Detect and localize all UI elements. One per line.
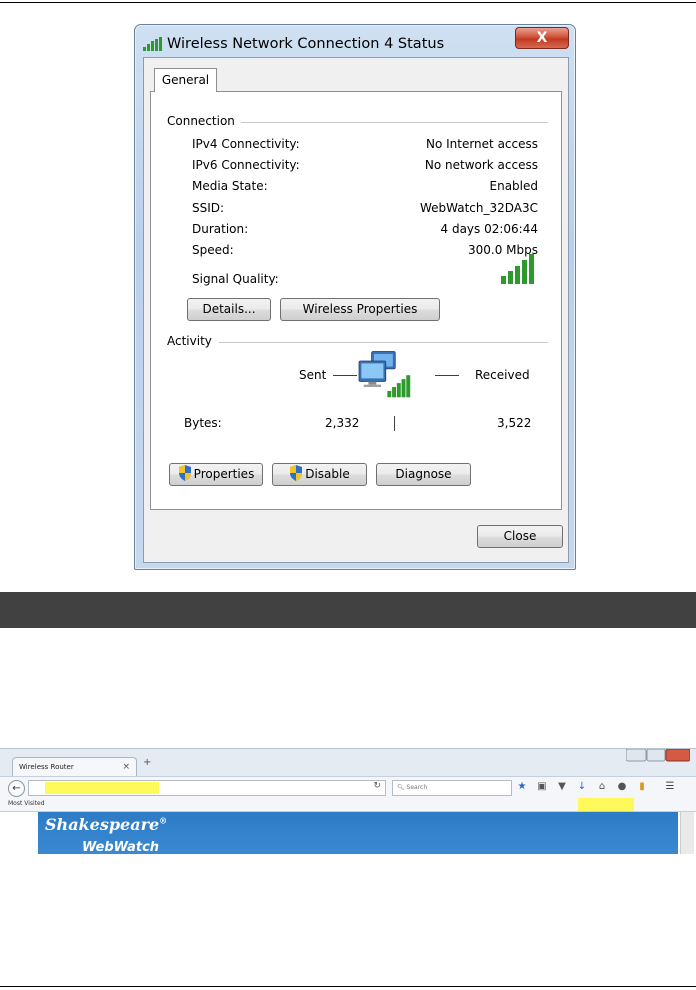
signal-quality-label: Signal Quality: bbox=[192, 272, 279, 286]
browser-content: Shakespeare® WebWatch bbox=[0, 812, 696, 854]
title-close-button[interactable]: X bbox=[515, 27, 569, 49]
extension-icon[interactable]: ▮ bbox=[637, 781, 647, 793]
speed-label: Speed: bbox=[192, 243, 234, 257]
media-state-label: Media State: bbox=[192, 179, 268, 193]
dialog-client-area: General Connection IPv4 Connectivity: No… bbox=[143, 57, 569, 563]
new-tab-button[interactable]: + bbox=[143, 757, 151, 768]
connection-divider bbox=[241, 122, 548, 123]
bytes-received-value: 3,522 bbox=[497, 416, 532, 430]
section-bar bbox=[0, 592, 696, 628]
browser-tab-title: Wireless Router bbox=[19, 763, 74, 771]
browser-toolbar: ← ↻ 🔍︎ Search ★ ▣ ▼ ↓ ⌂ ● ▮ ☰ bbox=[0, 776, 696, 798]
bookmark-highlight bbox=[578, 798, 634, 811]
activity-divider-tick bbox=[394, 416, 395, 431]
browser-window: Wireless Router × + ← ↻ 🔍︎ Search ★ ▣ ▼ … bbox=[0, 748, 696, 854]
window-controls[interactable] bbox=[626, 749, 690, 763]
duration-row: Duration: 4 days 02:06:44 bbox=[192, 222, 538, 238]
chat-icon[interactable]: ● bbox=[617, 781, 627, 793]
signal-icon bbox=[143, 37, 162, 51]
uac-shield-icon bbox=[178, 465, 191, 481]
wireless-status-dialog: Wireless Network Connection 4 Status X G… bbox=[134, 24, 576, 570]
duration-value: 4 days 02:06:44 bbox=[440, 222, 538, 236]
ipv4-label: IPv4 Connectivity: bbox=[192, 137, 300, 151]
product-logo: WebWatch bbox=[82, 840, 160, 854]
search-icon: 🔍︎ bbox=[397, 784, 405, 791]
uac-shield-icon bbox=[290, 465, 303, 481]
bytes-label: Bytes: bbox=[184, 416, 222, 430]
router-page-header: Shakespeare® WebWatch bbox=[38, 812, 678, 854]
back-arrow-icon[interactable]: ← bbox=[8, 780, 25, 797]
ssid-value: WebWatch_32DA3C bbox=[419, 201, 538, 215]
menu-icon[interactable]: ☰ bbox=[665, 781, 675, 793]
ipv4-row: IPv4 Connectivity: No Internet access bbox=[192, 137, 538, 153]
connection-heading: Connection bbox=[167, 114, 235, 128]
page-bottom-rule bbox=[0, 986, 696, 987]
search-input[interactable]: 🔍︎ Search bbox=[392, 780, 512, 796]
library-icon[interactable]: ▣ bbox=[537, 781, 547, 793]
received-label: Received bbox=[475, 368, 530, 382]
ipv6-label: IPv6 Connectivity: bbox=[192, 158, 300, 172]
media-state-value: Enabled bbox=[489, 179, 539, 193]
disable-button[interactable]: Disable bbox=[272, 463, 367, 486]
brand-logo: Shakespeare® bbox=[45, 815, 168, 834]
sent-line bbox=[333, 375, 357, 376]
activity-heading: Activity bbox=[167, 334, 212, 348]
wireless-properties-button[interactable]: Wireless Properties bbox=[280, 298, 440, 321]
reload-icon[interactable]: ↻ bbox=[373, 781, 381, 791]
sent-label: Sent bbox=[299, 368, 327, 382]
activity-divider bbox=[219, 342, 548, 343]
search-placeholder: Search bbox=[406, 784, 428, 791]
media-state-row: Media State: Enabled bbox=[192, 179, 538, 195]
tab-wireless-router[interactable]: Wireless Router × bbox=[12, 757, 137, 777]
network-computers-icon bbox=[358, 351, 411, 398]
general-tab-panel: Connection IPv4 Connectivity: No Interne… bbox=[150, 91, 562, 510]
ssid-label: SSID: bbox=[192, 201, 225, 215]
download-icon[interactable]: ↓ bbox=[577, 781, 587, 793]
ipv4-value: No Internet access bbox=[425, 137, 538, 151]
toolbar-icons: ★ ▣ ▼ ↓ ⌂ ● ▮ ☰ bbox=[517, 781, 687, 795]
bookmark-star-icon[interactable]: ★ bbox=[517, 781, 527, 793]
ssid-row: SSID: WebWatch_32DA3C bbox=[192, 201, 538, 217]
ipv6-row: IPv6 Connectivity: No network access bbox=[192, 158, 538, 174]
signal-quality-icon bbox=[501, 254, 534, 284]
dialog-title: Wireless Network Connection 4 Status bbox=[167, 36, 445, 52]
pocket-icon[interactable]: ▼ bbox=[557, 781, 567, 793]
url-bar[interactable]: ↻ bbox=[28, 780, 386, 796]
ipv6-value: No network access bbox=[424, 158, 538, 172]
speed-row: Speed: 300.0 Mbps bbox=[192, 243, 538, 259]
page-top-rule bbox=[0, 2, 696, 3]
bookmarks-bar: Most Visited bbox=[0, 798, 696, 812]
bytes-sent-value: 2,332 bbox=[325, 416, 360, 430]
duration-label: Duration: bbox=[192, 222, 249, 236]
received-line bbox=[435, 375, 459, 376]
most-visited-link[interactable]: Most Visited bbox=[8, 800, 45, 807]
home-icon[interactable]: ⌂ bbox=[597, 781, 607, 793]
properties-button-label: Properties bbox=[193, 467, 255, 481]
tab-general[interactable]: General bbox=[154, 68, 217, 92]
url-highlight bbox=[45, 782, 159, 794]
close-button[interactable]: Close bbox=[477, 525, 563, 548]
diagnose-button[interactable]: Diagnose bbox=[376, 463, 471, 486]
vertical-scrollbar[interactable] bbox=[680, 812, 694, 854]
tab-close-icon[interactable]: × bbox=[122, 758, 130, 777]
properties-button[interactable]: Properties bbox=[169, 463, 263, 486]
disable-button-label: Disable bbox=[305, 467, 350, 481]
details-button[interactable]: Details... bbox=[187, 298, 271, 321]
